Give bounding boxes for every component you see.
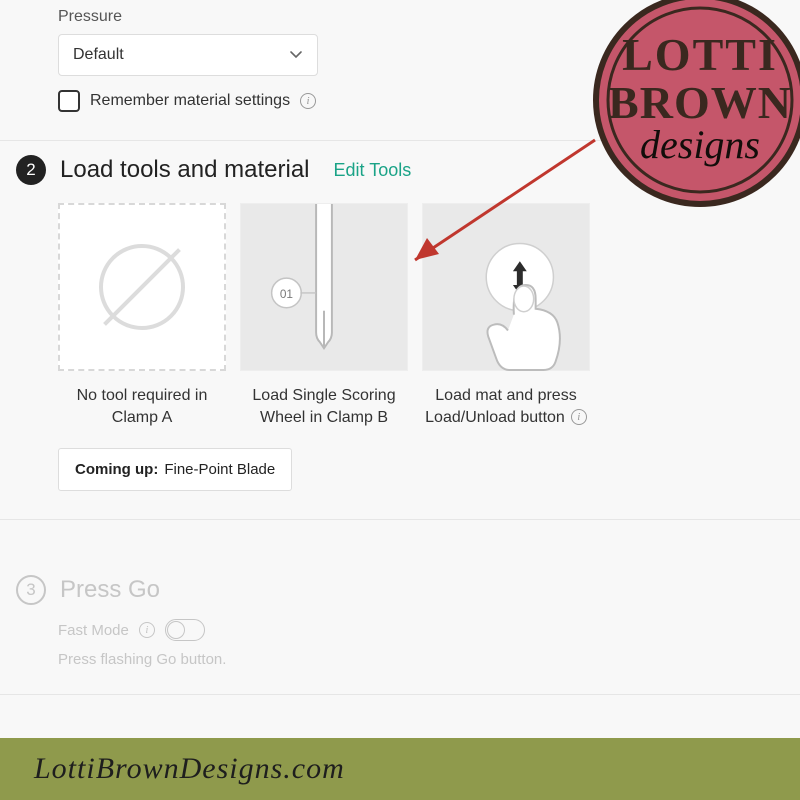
fast-mode-row: Fast Mode i: [58, 619, 742, 641]
info-icon: i: [139, 622, 155, 638]
step-2-number: 2: [16, 155, 46, 185]
card-clamp-a-caption: No tool required in Clamp A: [77, 385, 208, 428]
step-3-header: 3 Press Go: [58, 575, 742, 605]
scoring-wheel-icon: 01: [241, 203, 407, 371]
coming-up-value: Fine-Point Blade: [164, 461, 275, 478]
chevron-down-icon: [289, 48, 303, 62]
logo-line1: LOTTI: [622, 29, 778, 80]
remember-checkbox[interactable]: [58, 90, 80, 112]
pressure-value: Default: [73, 46, 124, 64]
step-3-title: Press Go: [60, 576, 160, 604]
step-2-title: Load tools and material: [60, 156, 310, 184]
card-clamp-b-caption: Load Single Scoring Wheel in Clamp B: [252, 385, 395, 428]
card-load-mat-image: [422, 203, 590, 371]
press-button-icon: [423, 203, 589, 371]
pressure-select[interactable]: Default: [58, 34, 318, 76]
card-clamp-b-image: 01: [240, 203, 408, 371]
step-3-number: 3: [16, 575, 46, 605]
step-3-section: 3 Press Go Fast Mode i Press flashing Go…: [0, 575, 800, 695]
card-load-mat-caption: Load mat and press Load/Unload button i: [425, 385, 587, 428]
fast-mode-toggle: [165, 619, 205, 641]
press-go-hint: Press flashing Go button.: [58, 651, 742, 668]
coming-up-label: Coming up:: [75, 461, 158, 478]
logo-line3: designs: [640, 122, 760, 167]
no-tool-icon: [99, 244, 185, 330]
card-clamp-a: No tool required in Clamp A: [58, 203, 226, 428]
card-clamp-a-image: [58, 203, 226, 371]
logo-line2: BROWN: [608, 77, 792, 128]
fast-mode-label: Fast Mode: [58, 622, 129, 639]
lotti-brown-logo: LOTTI BROWN designs: [590, 0, 800, 210]
info-icon[interactable]: i: [571, 409, 587, 425]
info-icon[interactable]: i: [300, 93, 316, 109]
footer-url: LottiBrownDesigns.com: [34, 752, 345, 786]
card-clamp-b: 01 Load Single Scoring Wheel in Clamp B: [240, 203, 408, 428]
edit-tools-link[interactable]: Edit Tools: [334, 160, 412, 181]
clamp-b-badge-number: 01: [280, 287, 294, 301]
footer-bar: LottiBrownDesigns.com: [0, 738, 800, 800]
tool-cards-row: No tool required in Clamp A 01: [58, 203, 742, 428]
card-load-mat: Load mat and press Load/Unload button i: [422, 203, 590, 428]
coming-up-chip: Coming up: Fine-Point Blade: [58, 448, 292, 491]
remember-label: Remember material settings: [90, 92, 290, 110]
